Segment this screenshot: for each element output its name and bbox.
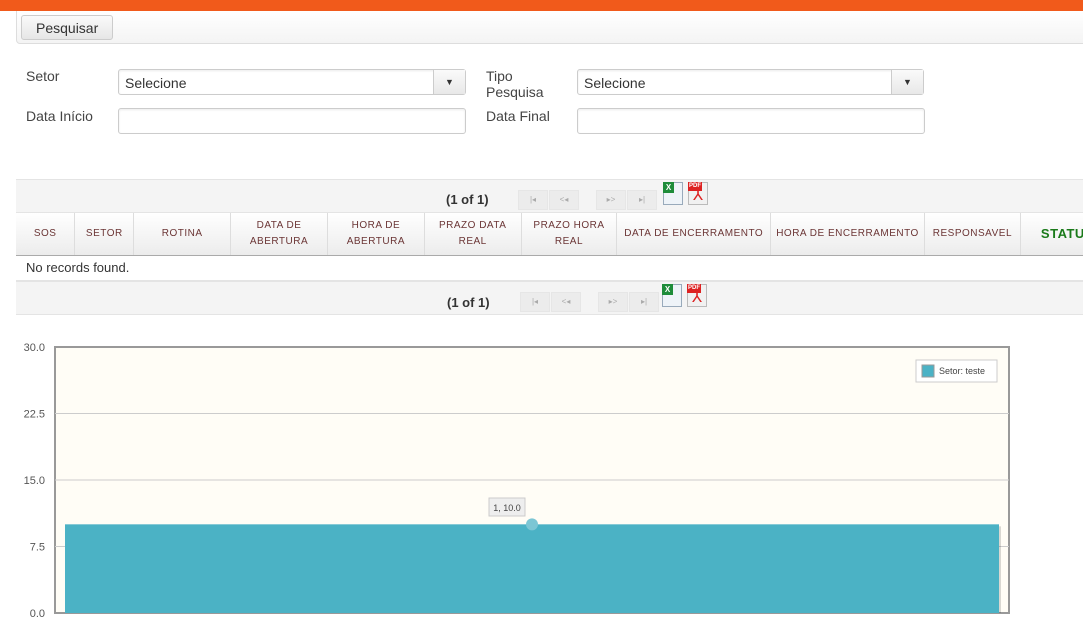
- excel-export-icon[interactable]: X: [662, 284, 682, 307]
- pdf-export-icon[interactable]: ⅄ PDF: [687, 284, 707, 307]
- data-final-input[interactable]: [577, 108, 925, 134]
- table-row: No records found.: [16, 255, 1083, 281]
- excel-label: X: [663, 182, 674, 193]
- page-count: (1 of 1): [447, 295, 490, 310]
- legend-label: Setor: teste: [939, 366, 985, 376]
- next-page-button[interactable]: ▸>: [596, 190, 626, 210]
- plot-area: [54, 346, 1010, 614]
- col-hora-abertura[interactable]: HORA DE ABERTURA: [327, 213, 425, 256]
- paginator-top: (1 of 1) |◂ <◂ ▸> ▸| X ⅄ PDF: [16, 179, 1083, 213]
- tipo-label-line1: Tipo: [486, 68, 513, 84]
- data-point-highlight: [526, 518, 538, 531]
- tipo-pesquisa-select[interactable]: Selecione ▼: [577, 69, 924, 95]
- page-count: (1 of 1): [446, 192, 489, 207]
- pdf-export-icon[interactable]: ⅄ PDF: [688, 182, 708, 205]
- col-responsavel[interactable]: RESPONSAVEL: [924, 213, 1021, 256]
- col-rotina[interactable]: ROTINA: [133, 213, 232, 256]
- empty-message: No records found.: [16, 255, 1083, 281]
- col-prazo-data-real[interactable]: PRAZO DATA REAL: [424, 213, 522, 256]
- excel-label: X: [662, 284, 673, 295]
- setor-select[interactable]: Selecione ▼: [118, 69, 466, 95]
- setor-label: Setor: [26, 68, 60, 84]
- tipo-pesquisa-label: Tipo Pesquisa: [486, 68, 544, 100]
- col-hora-encerramento[interactable]: HORA DE ENCERRAMENTO: [770, 213, 925, 256]
- search-button[interactable]: Pesquisar: [21, 15, 114, 40]
- last-page-button[interactable]: ▸|: [629, 292, 659, 312]
- data-final-label: Data Final: [486, 108, 550, 124]
- excel-export-icon[interactable]: X: [663, 182, 683, 205]
- y-tick-label: 30.0: [24, 342, 45, 354]
- tipo-value: Selecione: [584, 75, 646, 91]
- next-page-button[interactable]: ▸>: [598, 292, 628, 312]
- top-bar: [0, 0, 1083, 11]
- legend-swatch: [921, 364, 935, 378]
- legend-box: [915, 359, 998, 383]
- prev-page-button[interactable]: <◂: [551, 292, 581, 312]
- last-page-button[interactable]: ▸|: [627, 190, 657, 210]
- first-page-button[interactable]: |◂: [520, 292, 550, 312]
- pdf-label: PDF: [687, 284, 701, 293]
- col-sos[interactable]: SOS: [16, 213, 76, 256]
- tooltip-box: [488, 497, 526, 517]
- toolbar: Pesquisar: [16, 11, 1083, 44]
- tipo-label-line2: Pesquisa: [486, 84, 544, 100]
- bar-shadow: [67, 526, 1001, 613]
- col-status[interactable]: STATUS: [1020, 213, 1083, 256]
- paginator-bottom: (1 of 1) |◂ <◂ ▸> ▸| X ⅄ PDF: [16, 281, 1083, 315]
- prev-page-button[interactable]: <◂: [549, 190, 579, 210]
- table-header-row: SOS SETOR ROTINA DATA DE ABERTURA HORA D…: [16, 213, 1083, 256]
- y-tick-label: 0.0: [30, 608, 45, 620]
- col-data-encerramento[interactable]: DATA DE ENCERRAMENTO: [616, 213, 772, 256]
- col-prazo-hora-real[interactable]: PRAZO HORA REAL: [521, 213, 618, 256]
- col-setor[interactable]: SETOR: [74, 213, 135, 256]
- data-inicio-input[interactable]: [118, 108, 466, 134]
- chevron-down-icon[interactable]: ▼: [433, 70, 465, 94]
- y-tick-label: 22.5: [24, 409, 45, 421]
- bar: [65, 524, 999, 613]
- tooltip-text: 1, 10.0: [493, 503, 521, 513]
- col-data-abertura[interactable]: DATA DE ABERTURA: [230, 213, 328, 256]
- chevron-down-icon[interactable]: ▼: [891, 70, 923, 94]
- data-inicio-label: Data Início: [26, 108, 93, 124]
- first-page-button[interactable]: |◂: [518, 190, 548, 210]
- setor-value: Selecione: [125, 75, 187, 91]
- y-tick-label: 15.0: [24, 475, 45, 487]
- pdf-label: PDF: [688, 182, 702, 191]
- results-table: SOS SETOR ROTINA DATA DE ABERTURA HORA D…: [16, 213, 1083, 281]
- y-tick-label: 7.5: [30, 542, 45, 554]
